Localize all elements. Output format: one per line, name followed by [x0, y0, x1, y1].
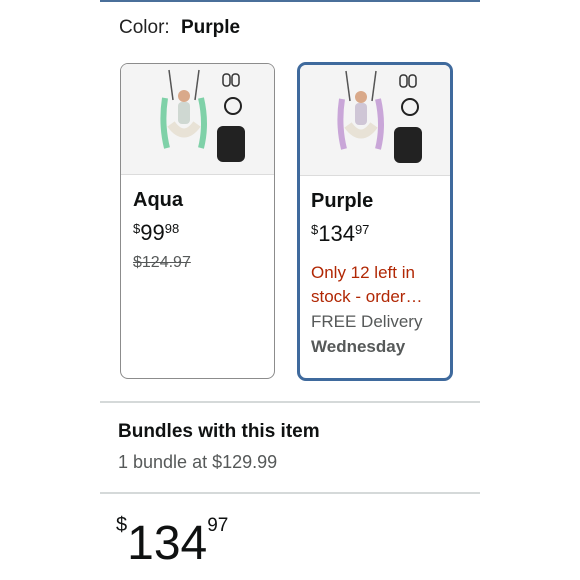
- variant-image-aqua: [121, 64, 274, 175]
- stock-warning: Only 12 left in stock - order…: [311, 263, 423, 306]
- variant-card-purple[interactable]: Purple $13497 Only 12 left in stock - or…: [297, 62, 453, 381]
- main-price: $13497: [116, 514, 229, 570]
- top-divider: [100, 0, 480, 2]
- bundles-title[interactable]: Bundles with this item: [118, 421, 320, 443]
- variant-name: Aqua: [133, 189, 183, 211]
- delivery-day: Wednesday: [311, 337, 406, 356]
- section-divider: [100, 401, 480, 403]
- variant-card-aqua[interactable]: Aqua $9998 $124.97: [120, 63, 275, 379]
- bundles-subtitle[interactable]: 1 bundle at $129.99: [118, 452, 277, 473]
- variant-list-price: $124.97: [133, 254, 191, 271]
- selected-color-value: Purple: [180, 17, 241, 38]
- delivery-label: FREE Delivery: [311, 312, 423, 331]
- variant-price: $9998: [133, 220, 180, 245]
- variant-price: $13497: [311, 221, 370, 246]
- section-divider: [100, 492, 480, 494]
- color-selector-label: Color: Purple: [119, 17, 240, 39]
- color-label: Color:: [119, 17, 170, 38]
- variant-image-purple: [300, 65, 450, 176]
- variant-name: Purple: [311, 190, 374, 212]
